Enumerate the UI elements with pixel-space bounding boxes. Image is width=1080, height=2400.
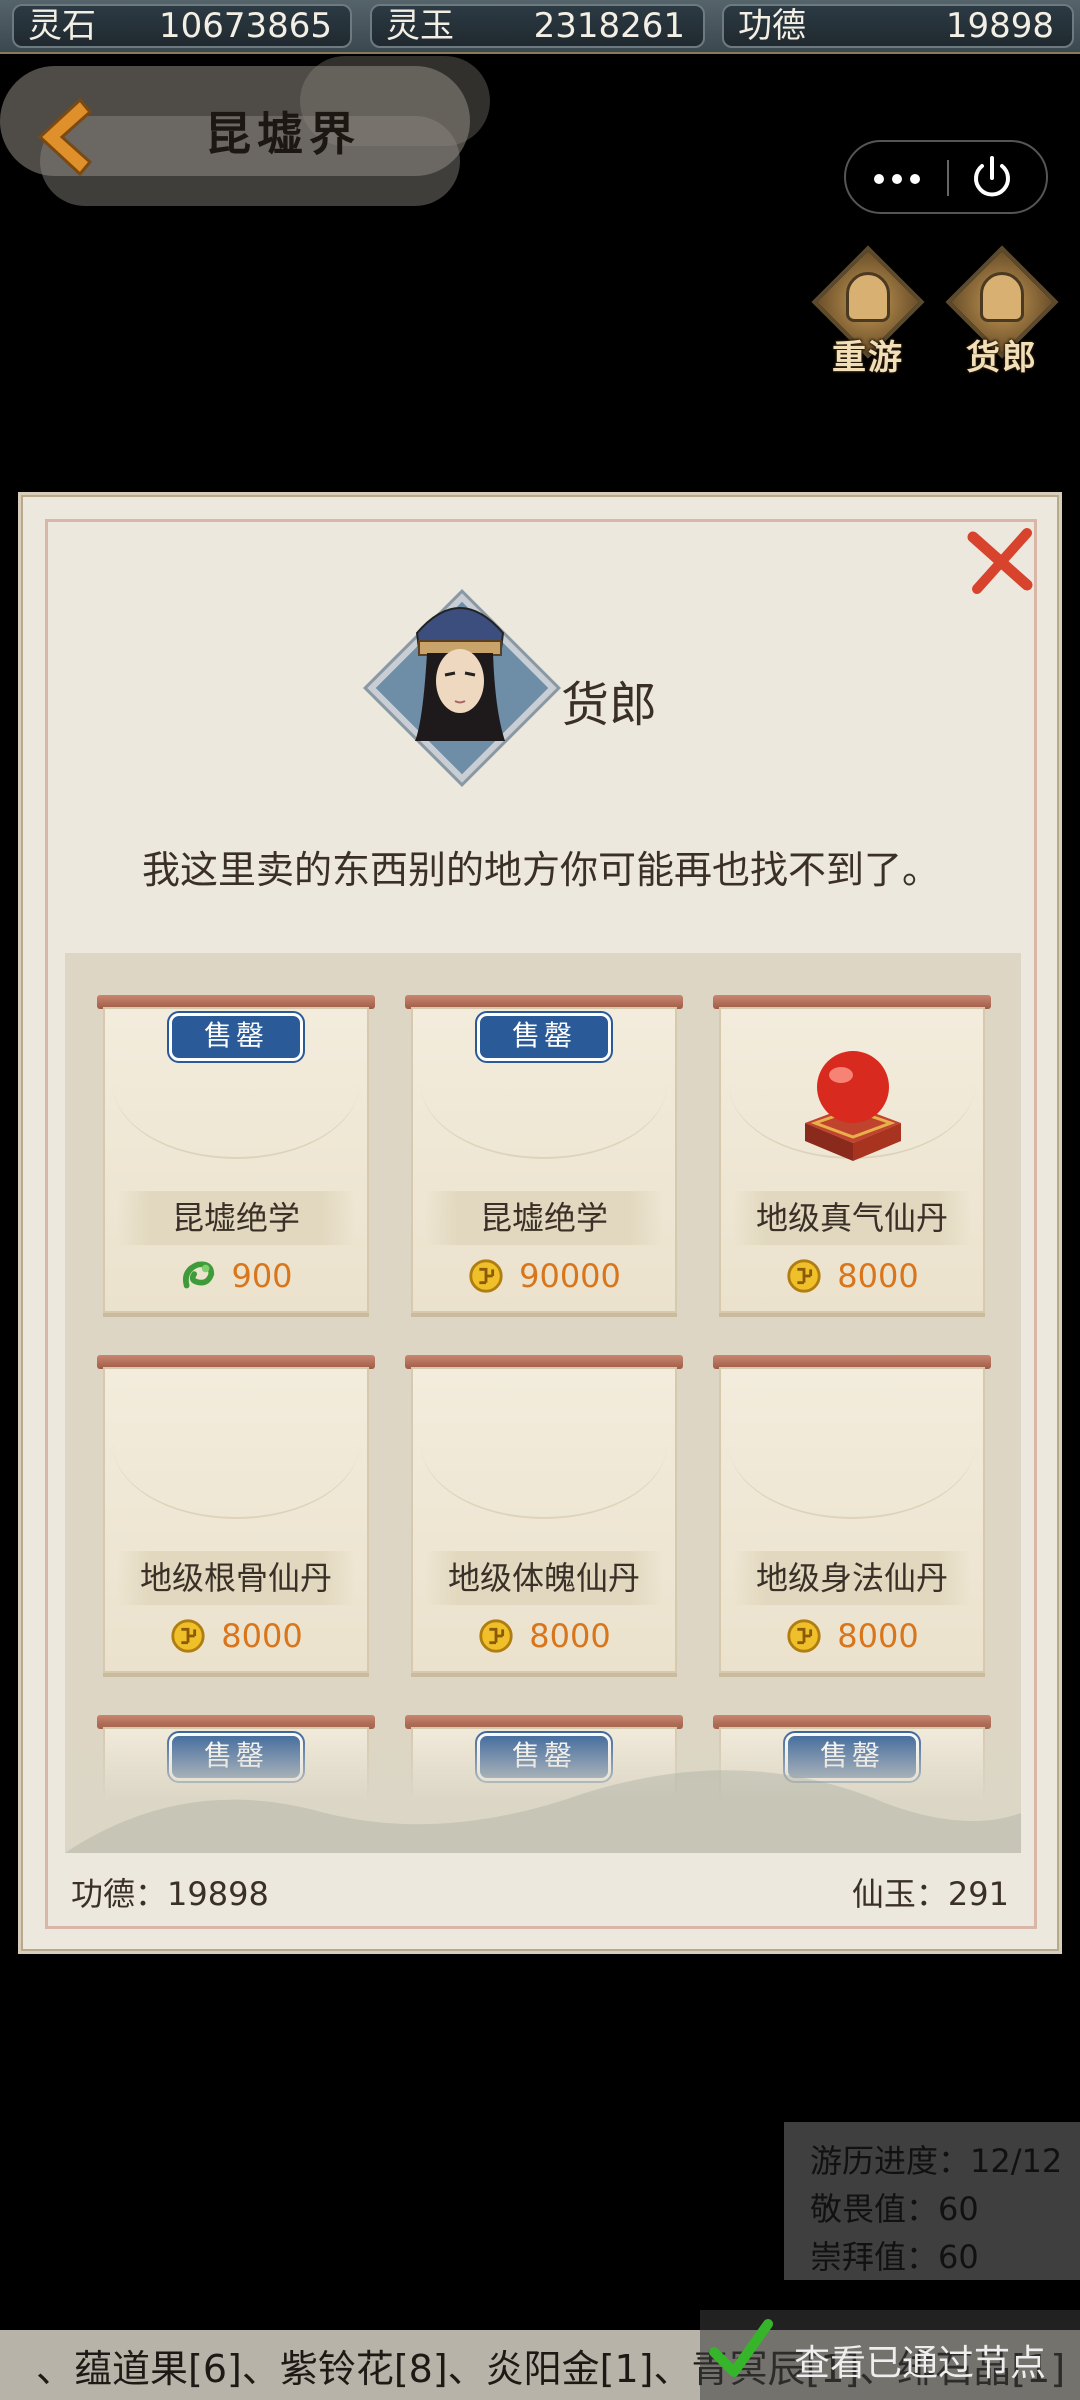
chevron-left-icon [37,97,93,177]
shop-item-grid: 售罄 昆墟绝学 900 售罄 昆墟绝学 90000 地级真气仙丹 8000 地级… [65,953,1021,1853]
gold-coin-icon [171,1619,205,1653]
currency-value: 2318261 [533,6,685,46]
merchant-portrait [363,581,561,787]
journey-progress: 游历进度：12/12 [810,2142,1063,2180]
gold-coin-icon [787,1619,821,1653]
merchant-label: 货郎 [966,338,1038,378]
item-name: 地级体魄仙丹 [425,1551,663,1605]
item-price: 8000 [411,1617,677,1663]
item-name: 昆墟绝学 [117,1191,355,1245]
awe-value: 敬畏值：60 [810,2190,979,2228]
close-icon [967,528,1033,594]
shop-item-card[interactable]: 售罄 昆墟绝学 90000 [405,995,683,1313]
item-price: 8000 [103,1617,369,1663]
item-price: 8000 [719,1257,985,1303]
shop-item-card[interactable]: 地级根骨仙丹 8000 [97,1355,375,1673]
close-button[interactable] [961,523,1041,603]
currency-value: 10673865 [158,6,332,46]
gold-coin-icon [469,1259,503,1293]
currency-label: 灵石 [28,6,96,46]
item-name: 地级身法仙丹 [733,1551,971,1605]
power-icon[interactable] [964,152,1020,204]
npc-name: 货郎 [561,677,658,733]
item-name: 地级真气仙丹 [733,1191,971,1245]
item-name: 昆墟绝学 [425,1191,663,1245]
revisit-label: 重游 [832,338,904,378]
more-icon[interactable] [846,142,946,212]
item-price: 8000 [719,1617,985,1663]
item-price: 900 [103,1257,369,1303]
gold-coin-icon [787,1259,821,1293]
merchant-button[interactable]: 货郎 [942,245,1062,378]
revisit-button[interactable]: 重游 [808,245,928,378]
merit-balance: 功德：19898 [71,1875,269,1913]
page-title: 昆墟界 [205,107,361,161]
checkmark-icon [709,2319,773,2377]
currency-label: 功德 [738,6,806,46]
jade-dragon-icon [183,1261,215,1289]
shop-item-card[interactable]: 售罄 昆墟绝学 900 [97,995,375,1313]
shop-item-card[interactable]: 地级身法仙丹 8000 [713,1355,991,1673]
currency-value: 19898 [945,6,1054,46]
shop-dialog: 货郎 我这里卖的东西别的地方你可能再也找不到了。 售罄 昆墟绝学 900 售罄 … [18,492,1062,1954]
sold-out-badge: 售罄 [167,1011,305,1063]
currency-spirit-jade: 灵玉 2318261 [370,4,705,48]
shop-item-card[interactable]: 地级体魄仙丹 8000 [405,1355,683,1673]
worship-value: 崇拜值：60 [810,2238,979,2276]
currency-spirit-stone: 灵石 10673865 [12,4,352,48]
gold-coin-icon [479,1619,513,1653]
xianyu-balance: 仙玉：291 [851,1875,1009,1913]
item-name: 地级根骨仙丹 [117,1551,355,1605]
sold-out-badge: 售罄 [475,1011,613,1063]
back-button[interactable] [22,92,102,182]
red-pill-icon [805,1051,901,1161]
landscape-decoration [65,1770,1021,1853]
item-price: 90000 [411,1257,677,1303]
currency-label: 灵玉 [386,6,454,46]
npc-dialogue: 我这里卖的东西别的地方你可能再也找不到了。 [141,848,940,892]
currency-bar: 灵石 10673865 灵玉 2318261 功德 19898 [0,0,1080,54]
currency-merit: 功德 19898 [722,4,1074,48]
journey-progress-panel: 游历进度：12/12 敬畏值：60 崇拜值：60 [784,2122,1080,2280]
view-passed-nodes-label: 查看已通过节点 [794,2343,1047,2384]
view-passed-nodes-button[interactable]: 查看已通过节点 [700,2310,1080,2400]
shop-item-card[interactable]: 地级真气仙丹 8000 [713,995,991,1313]
mini-program-capsule [844,140,1048,214]
